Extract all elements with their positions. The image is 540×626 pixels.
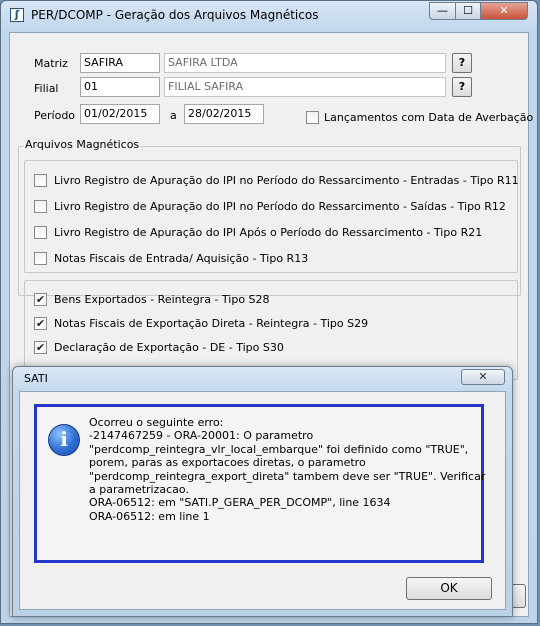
info-icon: i — [48, 424, 80, 456]
file-option-row[interactable]: Livro Registro de Apuração do IPI Após o… — [34, 225, 504, 241]
title-bar: ʃ PER/DCOMP - Geração dos Arquivos Magné… — [1, 1, 537, 31]
file-option-row[interactable]: ✔ Declaração de Exportação - DE - Tipo S3… — [34, 340, 504, 356]
file-option-checkbox[interactable] — [34, 174, 47, 187]
file-option-checkbox[interactable] — [34, 226, 47, 239]
matriz-name-field: SAFIRA LTDA — [164, 53, 446, 73]
error-message-line: Ocorreu o seguinte erro: — [89, 416, 224, 429]
file-option-label: Livro Registro de Apuração do IPI Após o… — [54, 226, 483, 239]
error-message-line: "perdcomp_reintegra_export_direta" tambe… — [89, 469, 486, 483]
periodo-label: Período — [34, 109, 76, 122]
matriz-lookup-button[interactable]: ? — [452, 53, 472, 73]
error-message-text: Ocorreu o seguinte erro: -2147467259 - OR… — [89, 416, 486, 523]
file-option-label: Bens Exportados - Reintegra - Tipo S28 — [54, 293, 270, 306]
periodo-end-input[interactable]: 28/02/2015 — [184, 104, 264, 124]
maximize-button[interactable]: ☐ — [455, 2, 481, 20]
file-option-checkbox[interactable] — [34, 252, 47, 265]
app-icon: ʃ — [10, 8, 24, 22]
file-option-label: Livro Registro de Apuração do IPI no Per… — [54, 174, 519, 187]
minimize-button[interactable]: — — [429, 2, 456, 20]
error-message-line: ORA-06512: em line 1 — [89, 509, 210, 523]
file-option-label: Notas Fiscais de Entrada/ Aquisição - Ti… — [54, 252, 309, 265]
file-option-label: Notas Fiscais de Exportação Direta - Rei… — [54, 317, 369, 330]
arquivos-group-title: Arquivos Magnéticos — [23, 138, 142, 151]
file-option-checkbox[interactable]: ✔ — [34, 317, 47, 330]
lancamentos-checkbox[interactable] — [306, 111, 319, 124]
lancamentos-checkbox-row[interactable]: Lançamentos com Data de Averbação — [306, 110, 533, 126]
error-message-line: "perdcomp_reintegra_vlr_local_embarque" … — [89, 442, 469, 456]
file-option-row[interactable]: ✔ Notas Fiscais de Exportação Direta - Re… — [34, 316, 504, 332]
error-message-line: porem, paras as exportacoes diretas, o p… — [89, 456, 366, 470]
window-title: PER/DCOMP - Geração dos Arquivos Magnéti… — [31, 8, 319, 22]
dialog-title: SATI — [24, 372, 48, 385]
dialog-close-button[interactable]: ✕ — [461, 369, 505, 385]
filial-lookup-button[interactable]: ? — [452, 77, 472, 97]
file-option-checkbox[interactable]: ✔ — [34, 341, 47, 354]
file-option-checkbox[interactable]: ✔ — [34, 293, 47, 306]
ok-button[interactable]: OK — [406, 577, 492, 600]
filial-label: Filial — [34, 82, 59, 95]
file-option-row[interactable]: Livro Registro de Apuração do IPI no Per… — [34, 173, 519, 189]
dialog-body: i Ocorreu o seguinte erro: -2147467259 - … — [19, 391, 506, 610]
lancamentos-label: Lançamentos com Data de Averbação — [324, 111, 534, 124]
close-button[interactable]: ✕ — [480, 2, 528, 20]
file-option-row[interactable]: Notas Fiscais de Entrada/ Aquisição - Ti… — [34, 251, 504, 267]
matriz-code-input[interactable]: SAFIRA — [80, 53, 160, 73]
error-dialog: SATI ✕ i Ocorreu o seguinte erro: -214746… — [12, 366, 513, 617]
error-message-line: -2147467259 - ORA-20001: O parametro — [89, 429, 314, 443]
error-message-line: a parametrizacao. — [89, 483, 189, 497]
filial-code-input[interactable]: 01 — [80, 77, 160, 97]
matriz-label: Matriz — [34, 57, 68, 70]
file-option-checkbox[interactable] — [34, 200, 47, 213]
error-message-line: ORA-06512: em "SATI.P_GERA_PER_DCOMP", l… — [89, 496, 391, 510]
file-option-row[interactable]: ✔ Bens Exportados - Reintegra - Tipo S28 — [34, 292, 504, 308]
file-option-row[interactable]: Livro Registro de Apuração do IPI no Per… — [34, 199, 506, 215]
error-message-box: i Ocorreu o seguinte erro: -2147467259 - … — [34, 404, 486, 563]
filial-name-field: FILIAL SAFIRA — [164, 77, 446, 97]
file-option-label: Livro Registro de Apuração do IPI no Per… — [54, 200, 506, 213]
periodo-start-input[interactable]: 01/02/2015 — [80, 104, 160, 124]
periodo-separator: a — [170, 109, 177, 122]
file-option-label: Declaração de Exportação - DE - Tipo S30 — [54, 341, 284, 354]
